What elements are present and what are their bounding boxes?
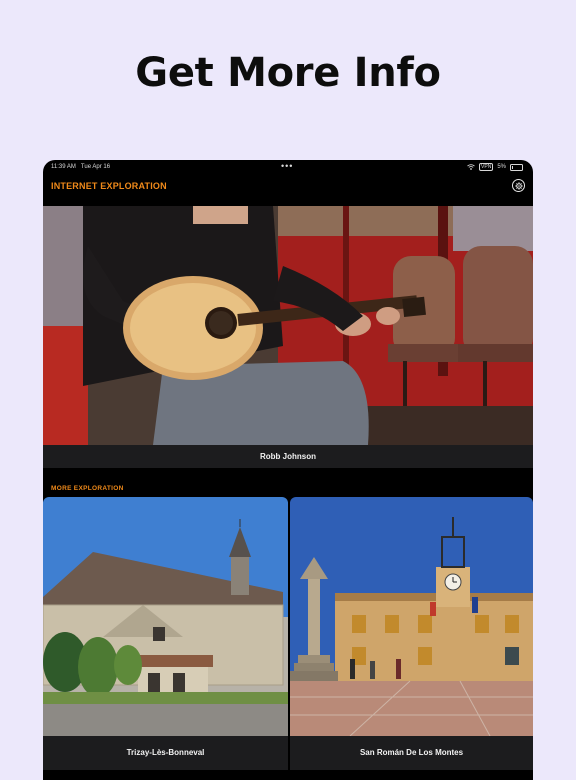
gear-icon	[514, 181, 523, 190]
exploration-card-1[interactable]: Trizay-Lès-Bonneval	[43, 497, 288, 780]
exploration-card-2[interactable]: San Román De Los Montes	[290, 497, 533, 780]
nav-title: INTERNET EXPLORATION	[51, 181, 167, 191]
church-photo	[43, 497, 288, 736]
settings-button[interactable]	[512, 179, 525, 192]
town-square-photo	[290, 497, 533, 736]
featured-image[interactable]	[43, 206, 533, 445]
status-bar: 11:39 AM Tue Apr 16 ••• VPN 5%	[43, 160, 533, 174]
section-heading: MORE EXPLORATION	[51, 485, 124, 492]
vpn-badge: VPN	[479, 163, 494, 171]
device-screen: 11:39 AM Tue Apr 16 ••• VPN 5% INTERNET …	[43, 160, 533, 780]
featured-caption[interactable]: Robb Johnson	[43, 445, 533, 468]
battery-icon	[510, 163, 523, 171]
status-indicators: VPN 5%	[467, 163, 523, 171]
multitasking-dots[interactable]: •••	[281, 161, 293, 171]
promo-headline: Get More Info	[135, 50, 441, 96]
card-caption: San Román De Los Montes	[290, 736, 533, 770]
status-time: 11:39 AM Tue Apr 16	[51, 164, 111, 170]
battery-percent: 5%	[497, 164, 506, 170]
card-caption: Trizay-Lès-Bonneval	[43, 736, 288, 770]
guitarist-photo	[43, 206, 533, 445]
wifi-icon	[467, 164, 475, 170]
